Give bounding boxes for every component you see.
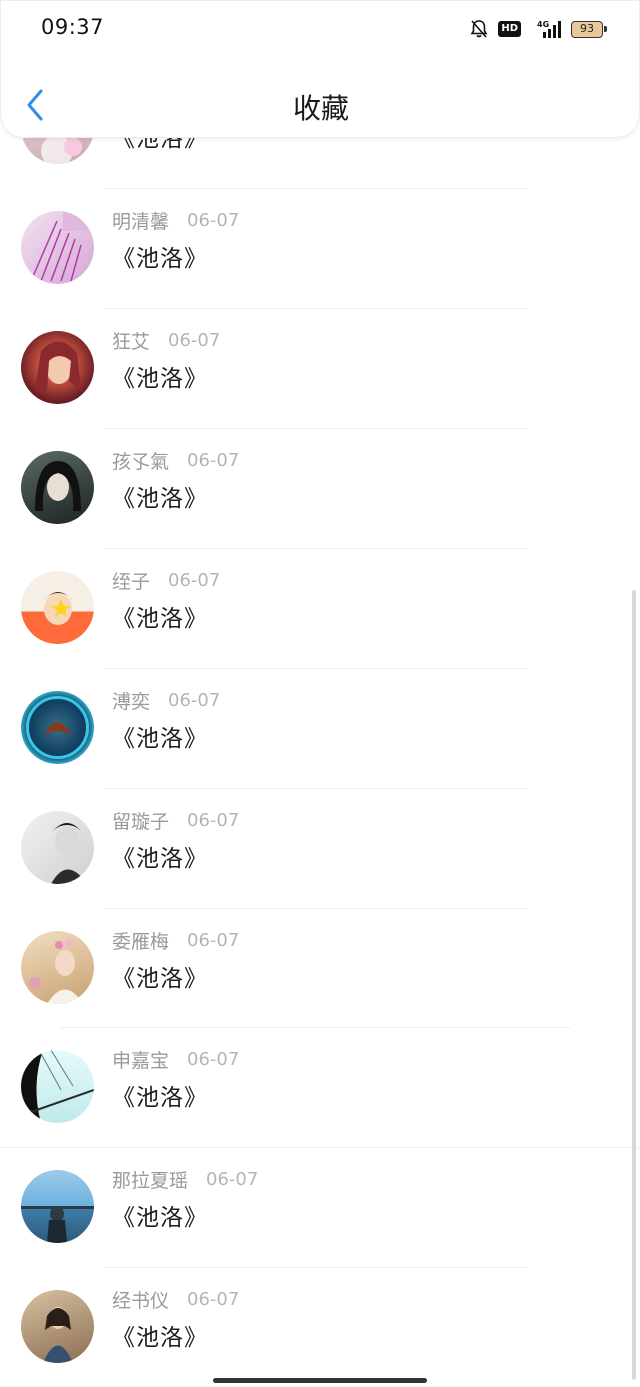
item-date: 06-07 (187, 1048, 240, 1070)
item-date: 06-07 (187, 209, 240, 231)
item-meta: 委雁梅 06-07 (112, 926, 239, 954)
item-meta: 孩孓氣 06-07 (112, 446, 239, 474)
network-type: 4G (537, 20, 549, 29)
list-item[interactable]: 经书仪 06-07 《池洛》 (0, 1267, 640, 1387)
item-meta: 留璇子 06-07 (112, 806, 239, 834)
page-title: 收藏 (292, 92, 349, 125)
avatar[interactable] (21, 1290, 94, 1363)
item-meta: 溥奕 06-07 (112, 686, 220, 714)
list-item[interactable]: 溥奕 06-07 《池洛》 (0, 668, 640, 788)
item-meta: 狂艾 06-07 (112, 326, 220, 354)
status-time: 09:37 (41, 15, 105, 39)
avatar-image (21, 1206, 94, 1243)
user-name: 申嘉宝 (112, 1049, 170, 1072)
item-date: 06-07 (168, 569, 221, 591)
item-date: 06-07 (187, 809, 240, 831)
avatar-image (35, 341, 81, 391)
user-name: 留璇子 (112, 810, 170, 833)
user-name: 孩孓氣 (112, 450, 170, 473)
user-name: 绖子 (112, 570, 151, 593)
item-date: 06-07 (187, 929, 240, 951)
avatar[interactable] (21, 811, 94, 884)
avatar-image (29, 939, 83, 1004)
signal-icon: 4G (537, 20, 561, 38)
item-meta: 那拉夏瑶 06-07 (112, 1165, 258, 1193)
item-title: 《池洛》 (112, 246, 208, 272)
scrollbar[interactable] (632, 590, 636, 1380)
avatar[interactable] (21, 1050, 94, 1123)
battery-level: 93 (580, 21, 594, 35)
avatar[interactable] (21, 331, 94, 404)
avatar[interactable] (21, 211, 94, 284)
avatar-image (35, 461, 81, 511)
user-name: 经书仪 (112, 1289, 170, 1312)
avatar-image (30, 211, 94, 282)
user-name: 那拉夏瑶 (112, 1169, 189, 1192)
item-meta: 明清馨 06-07 (112, 206, 239, 234)
item-title: 《池洛》 (112, 366, 208, 392)
list-item[interactable]: 狂艾 06-07 《池洛》 (0, 308, 640, 428)
avatar-image (21, 1050, 94, 1123)
list-item[interactable]: 申嘉宝 06-07 《池洛》 (0, 1027, 640, 1147)
avatar[interactable] (21, 1170, 94, 1243)
user-name: 溥奕 (112, 690, 151, 713)
app-header: 09:37 HD 4G 93 收藏 (0, 0, 640, 138)
item-meta: 经书仪 06-07 (112, 1285, 239, 1313)
hd-badge: HD (498, 21, 521, 37)
bell-off-icon (470, 20, 488, 38)
avatar-image (26, 696, 89, 759)
battery-icon: 93 (571, 20, 607, 38)
user-name: 委雁梅 (112, 930, 170, 953)
item-title: 《池洛》 (112, 1085, 208, 1111)
list-item[interactable]: 那拉夏瑶 06-07 《池洛》 (0, 1147, 640, 1267)
avatar-image (43, 1307, 73, 1363)
item-date: 06-07 (206, 1168, 259, 1190)
list-item[interactable]: 绖子 06-07 《池洛》 (0, 548, 640, 668)
favorites-list: 《池洛》 明清馨 06-07 《池洛》 狂艾 06-07 《池洛》 孩孓氣 06… (0, 0, 640, 1387)
item-title: 《池洛》 (112, 486, 208, 512)
avatar[interactable] (21, 931, 94, 1004)
item-title: 《池洛》 (112, 1205, 208, 1231)
avatar[interactable] (21, 571, 94, 644)
item-title: 《池洛》 (112, 726, 208, 752)
avatar[interactable] (21, 691, 94, 764)
item-date: 06-07 (168, 689, 221, 711)
item-date: 06-07 (187, 449, 240, 471)
status-icons: HD 4G 93 (470, 17, 607, 41)
status-bar: 09:37 HD 4G 93 (1, 1, 640, 57)
item-title: 《池洛》 (112, 1325, 208, 1351)
item-title: 《池洛》 (112, 606, 208, 632)
user-name: 狂艾 (112, 330, 151, 353)
item-title: 《池洛》 (112, 846, 208, 872)
user-name: 明清馨 (112, 210, 170, 233)
list-item[interactable]: 委雁梅 06-07 《池洛》 (0, 908, 640, 1028)
avatar[interactable] (21, 451, 94, 524)
list-item[interactable]: 孩孓氣 06-07 《池洛》 (0, 428, 640, 548)
item-date: 06-07 (168, 329, 221, 351)
list-item[interactable]: 留璇子 06-07 《池洛》 (0, 788, 640, 908)
item-title: 《池洛》 (112, 966, 208, 992)
item-date: 06-07 (187, 1288, 240, 1310)
list-item[interactable]: 明清馨 06-07 《池洛》 (0, 188, 640, 308)
item-meta: 申嘉宝 06-07 (112, 1045, 239, 1073)
avatar-image (43, 592, 73, 625)
home-indicator[interactable] (213, 1378, 427, 1383)
item-meta: 绖子 06-07 (112, 566, 220, 594)
avatar-image (51, 823, 87, 884)
